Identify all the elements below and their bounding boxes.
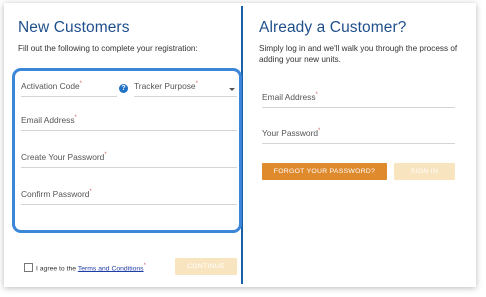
email-field[interactable]: Email Address* [21,111,237,131]
chevron-down-icon [229,88,235,91]
existing-customer-title: Already a Customer? [259,19,407,36]
login-email-field[interactable]: Email Address* [262,88,455,108]
terms-checkbox[interactable] [24,263,33,272]
terms-required-mark: * [143,263,146,269]
email-label: Email Address* [21,115,77,125]
login-email-label: Email Address* [262,92,318,102]
forgot-password-button[interactable]: FORGOT YOUR PASSWORD? [262,163,387,180]
terms-agreement: I agree to the Terms and Conditions* [36,263,146,272]
create-password-field[interactable]: Create Your Password* [21,148,237,168]
confirm-password-label: Confirm Password* [21,189,92,199]
sign-in-button[interactable]: SIGN IN [394,163,455,180]
activation-code-field[interactable]: Activation Code* [21,77,117,97]
login-password-field[interactable]: Your Password* [262,124,455,144]
tracker-purpose-select[interactable]: Tracker Purpose* [134,77,237,97]
terms-prefix: I agree to the [36,265,78,273]
create-password-label: Create Your Password* [21,152,107,162]
continue-button[interactable]: CONTINUE [175,258,237,275]
new-customers-description: Fill out the following to complete your … [18,44,198,53]
new-customers-title: New Customers [18,19,130,36]
question-circle-icon[interactable]: ? [119,84,128,93]
activation-code-label: Activation Code* [21,81,83,91]
existing-customer-description: Simply log in and we'll walk you through… [259,44,458,64]
tracker-purpose-label: Tracker Purpose* [134,81,198,91]
login-password-label: Your Password* [262,128,321,138]
confirm-password-field[interactable]: Confirm Password* [21,185,237,205]
terms-link[interactable]: Terms and Conditions [78,265,144,272]
